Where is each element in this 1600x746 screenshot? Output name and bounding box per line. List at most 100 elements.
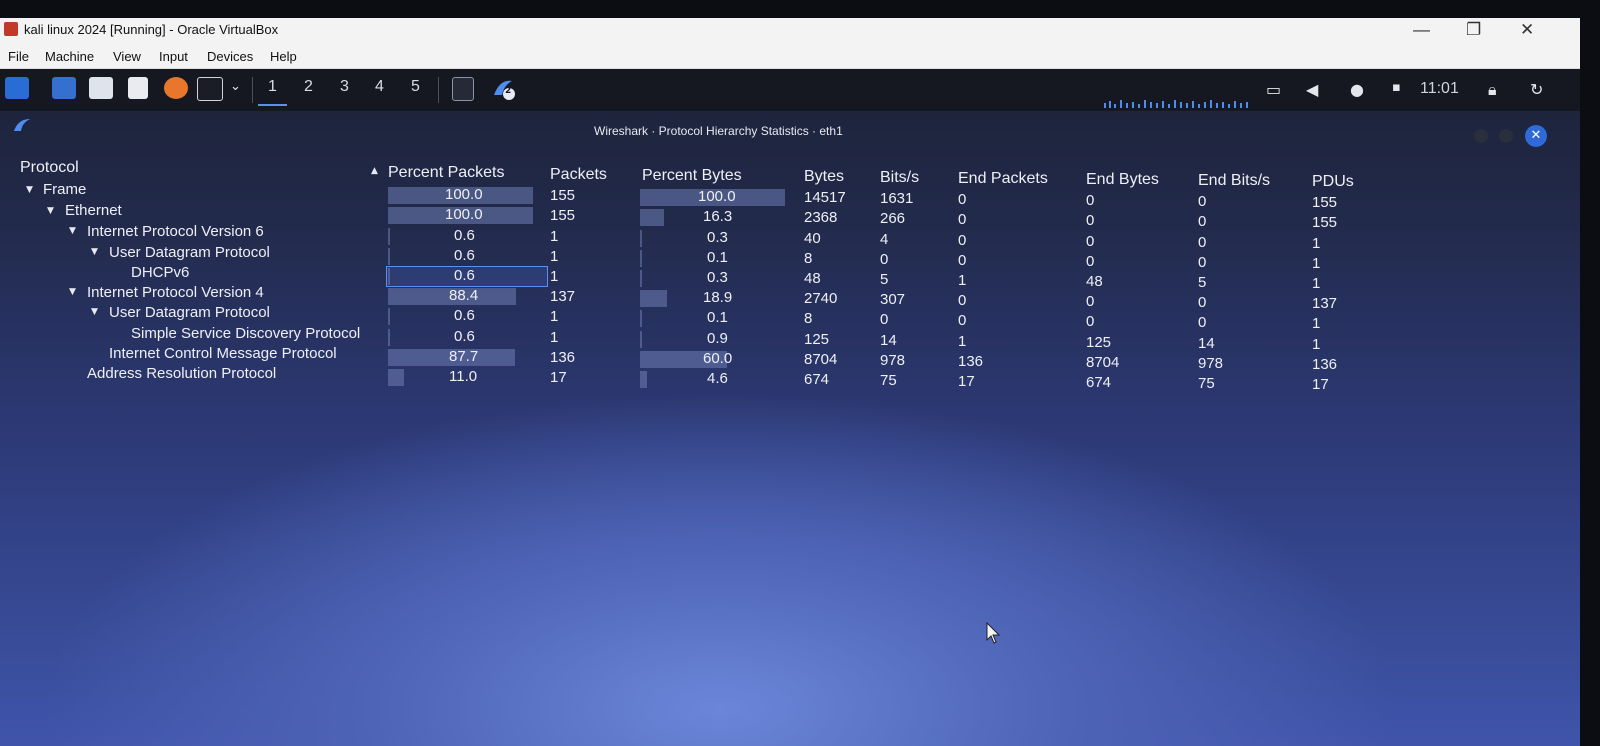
cell-packets: 155 xyxy=(550,207,576,224)
file-manager-icon[interactable] xyxy=(89,77,113,99)
minimize-dialog-icon[interactable] xyxy=(1474,129,1488,143)
cell-percent-packets: 87.7 xyxy=(449,348,479,365)
taskbar-badge: 2 xyxy=(505,86,512,96)
workspace-3[interactable]: 3 xyxy=(340,78,349,96)
cell-bits-s: 0 xyxy=(880,251,889,268)
cell-end-bytes: 0 xyxy=(1086,212,1095,229)
cell-end-bits-s: 0 xyxy=(1198,213,1207,230)
expand-arrow-icon[interactable]: ▼ xyxy=(91,247,98,257)
menu-devices[interactable]: Devices xyxy=(207,49,253,64)
minimize-icon[interactable]: — xyxy=(1413,20,1430,40)
cell-end-bits-s: 978 xyxy=(1198,355,1224,372)
firefox-icon[interactable] xyxy=(164,77,188,99)
percent-bytes-bar xyxy=(640,250,642,267)
protocol-name[interactable]: Frame xyxy=(43,181,86,198)
col-header-end-bytes[interactable]: End Bytes xyxy=(1086,171,1159,189)
cell-end-bits-s: 0 xyxy=(1198,314,1207,331)
col-header-end-bits-s[interactable]: End Bits/s xyxy=(1198,172,1270,190)
cell-percent-packets: 0.6 xyxy=(454,267,475,284)
kali-menu-icon[interactable] xyxy=(5,77,29,99)
display-icon[interactable]: ▭ xyxy=(1266,80,1281,99)
protocol-name[interactable]: Internet Control Message Protocol xyxy=(109,345,337,362)
expand-arrow-icon[interactable]: ▼ xyxy=(69,226,76,236)
protocol-name[interactable]: Internet Protocol Version 6 xyxy=(87,223,264,240)
cell-percent-bytes: 0.1 xyxy=(707,309,728,326)
vbox-menubar: File Machine View Input Devices Help xyxy=(0,44,1580,69)
clock[interactable]: 11:01 xyxy=(1420,80,1459,98)
protocol-name[interactable]: User Datagram Protocol xyxy=(109,304,270,321)
dialog-titlebar: Wireshark · Protocol Hierarchy Statistic… xyxy=(0,111,1580,147)
cell-packets: 1 xyxy=(550,228,559,245)
menu-input[interactable]: Input xyxy=(159,49,188,64)
maximize-dialog-icon[interactable] xyxy=(1499,129,1513,143)
expand-arrow-icon[interactable]: ▼ xyxy=(47,206,54,216)
cell-packets: 136 xyxy=(550,349,576,366)
menu-help[interactable]: Help xyxy=(270,49,297,64)
volume-icon[interactable]: ◀ xyxy=(1306,80,1318,99)
cell-pdus: 1 xyxy=(1312,255,1321,272)
cell-bits-s: 266 xyxy=(880,210,906,227)
col-header-percent-packets[interactable]: Percent Packets xyxy=(388,164,505,182)
cell-end-bytes: 0 xyxy=(1086,233,1095,250)
cell-end-bytes: 0 xyxy=(1086,293,1095,310)
close-icon[interactable]: ✕ xyxy=(1520,20,1534,40)
logout-icon[interactable]: ↻ xyxy=(1530,80,1543,99)
cell-end-bytes: 125 xyxy=(1086,334,1112,351)
expand-arrow-icon[interactable]: ▼ xyxy=(91,307,98,317)
expand-arrow-icon[interactable]: ▼ xyxy=(69,287,76,297)
close-dialog-button[interactable]: ✕ xyxy=(1525,125,1547,147)
workspace-1[interactable]: 1 xyxy=(258,78,287,106)
notification-bell-icon[interactable]: ● xyxy=(1350,80,1364,99)
protocol-name[interactable]: Internet Protocol Version 4 xyxy=(87,284,264,301)
cpu-graph-icon xyxy=(1104,100,1248,108)
col-header-end-packets[interactable]: End Packets xyxy=(958,170,1048,188)
expand-arrow-icon[interactable]: ▼ xyxy=(26,185,33,195)
restore-icon[interactable]: ❐ xyxy=(1466,20,1481,40)
cell-percent-bytes: 18.9 xyxy=(703,289,733,306)
cell-end-bytes: 0 xyxy=(1086,313,1095,330)
col-header-protocol[interactable]: Protocol xyxy=(20,159,79,177)
col-header-bytes[interactable]: Bytes xyxy=(804,168,844,186)
cell-bits-s: 4 xyxy=(880,231,889,248)
percent-packets-bar xyxy=(388,329,390,346)
power-manager-icon[interactable]: ▪ xyxy=(1392,80,1401,95)
col-header-pdus[interactable]: PDUs xyxy=(1312,173,1354,191)
protocol-name[interactable]: Simple Service Discovery Protocol xyxy=(131,325,360,342)
col-header-percent-bytes[interactable]: Percent Bytes xyxy=(642,167,742,185)
cell-percent-packets: 11.0 xyxy=(449,368,478,385)
cell-packets: 1 xyxy=(550,308,559,325)
cell-percent-bytes: 4.6 xyxy=(707,370,728,387)
workspace-2[interactable]: 2 xyxy=(304,78,313,96)
cell-end-packets: 0 xyxy=(958,211,967,228)
protocol-name[interactable]: Address Resolution Protocol xyxy=(87,365,276,382)
cell-end-bytes: 8704 xyxy=(1086,354,1120,371)
top-panel: ⌄ 1 2 3 4 5 2 ▭ ◀ ● ▪ 11:01 🔒︎ ↻ xyxy=(0,69,1580,111)
protocol-name[interactable]: DHCPv6 xyxy=(131,264,189,281)
protocol-name[interactable]: User Datagram Protocol xyxy=(109,244,270,261)
cell-end-packets: 1 xyxy=(958,272,967,289)
text-editor-icon[interactable] xyxy=(128,77,148,99)
col-header-bits-s[interactable]: Bits/s xyxy=(880,169,919,187)
cell-bytes: 674 xyxy=(804,371,830,388)
guest-screen: ⌄ 1 2 3 4 5 2 ▭ ◀ ● ▪ 11:01 🔒︎ ↻ Wiresha… xyxy=(0,69,1580,746)
cell-packets: 1 xyxy=(550,268,559,285)
menu-machine[interactable]: Machine xyxy=(45,49,94,64)
protocol-name[interactable]: Ethernet xyxy=(65,202,122,219)
menu-view[interactable]: View xyxy=(113,49,141,64)
wireshark-taskbar-icon[interactable]: 2 xyxy=(490,77,516,100)
terminal-window-icon[interactable] xyxy=(452,77,474,101)
window-title: kali linux 2024 [Running] - Oracle Virtu… xyxy=(24,22,279,37)
cell-percent-packets: 0.6 xyxy=(454,307,475,324)
cell-packets: 155 xyxy=(550,187,576,204)
cell-end-bytes: 0 xyxy=(1086,253,1095,270)
cell-bits-s: 75 xyxy=(880,372,897,389)
panel-separator xyxy=(438,77,439,103)
menu-file[interactable]: File xyxy=(8,49,29,64)
workspace-5[interactable]: 5 xyxy=(411,78,420,96)
chevron-down-icon[interactable]: ⌄ xyxy=(230,79,241,94)
col-header-packets[interactable]: Packets xyxy=(550,166,607,184)
terminal-icon[interactable] xyxy=(197,77,223,101)
lock-icon[interactable]: 🔒︎ xyxy=(1488,80,1497,100)
workspace-4[interactable]: 4 xyxy=(375,78,384,96)
show-desktop-icon[interactable] xyxy=(52,77,76,99)
